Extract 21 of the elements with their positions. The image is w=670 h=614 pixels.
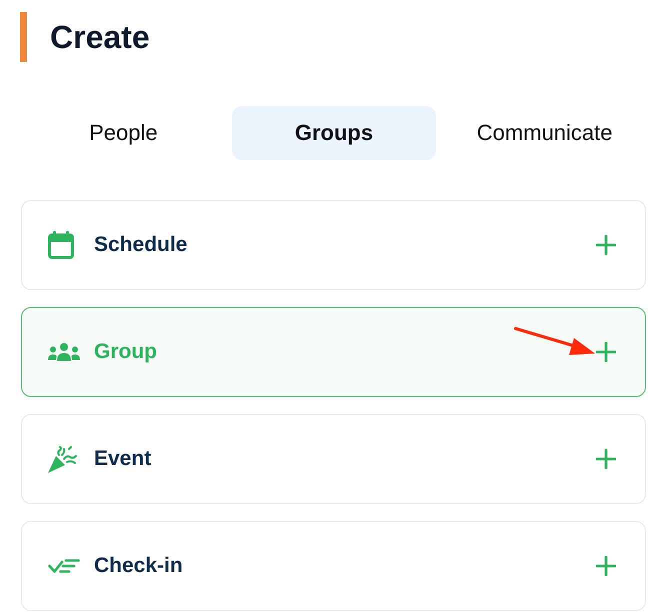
add-button[interactable] bbox=[595, 341, 617, 363]
option-label: Group bbox=[94, 340, 157, 364]
plus-icon bbox=[596, 235, 616, 255]
calendar-icon bbox=[48, 231, 74, 259]
tab[interactable]: Groups bbox=[232, 106, 436, 160]
title-accent-bar bbox=[20, 12, 27, 62]
plus-icon bbox=[596, 449, 616, 469]
add-button[interactable] bbox=[595, 448, 617, 470]
option-label: Check-in bbox=[94, 554, 183, 578]
option-label: Event bbox=[94, 447, 152, 471]
people-group-icon bbox=[48, 343, 80, 361]
tab[interactable]: People bbox=[21, 106, 226, 160]
checklist-icon bbox=[48, 558, 80, 574]
add-button[interactable] bbox=[595, 555, 617, 577]
plus-icon bbox=[596, 556, 616, 576]
option-label: Schedule bbox=[94, 233, 188, 257]
add-button[interactable] bbox=[595, 234, 617, 256]
plus-icon bbox=[596, 342, 616, 362]
party-popper-icon bbox=[48, 446, 78, 472]
tab[interactable]: Communicate bbox=[442, 106, 647, 160]
page-title: Create bbox=[50, 21, 150, 53]
